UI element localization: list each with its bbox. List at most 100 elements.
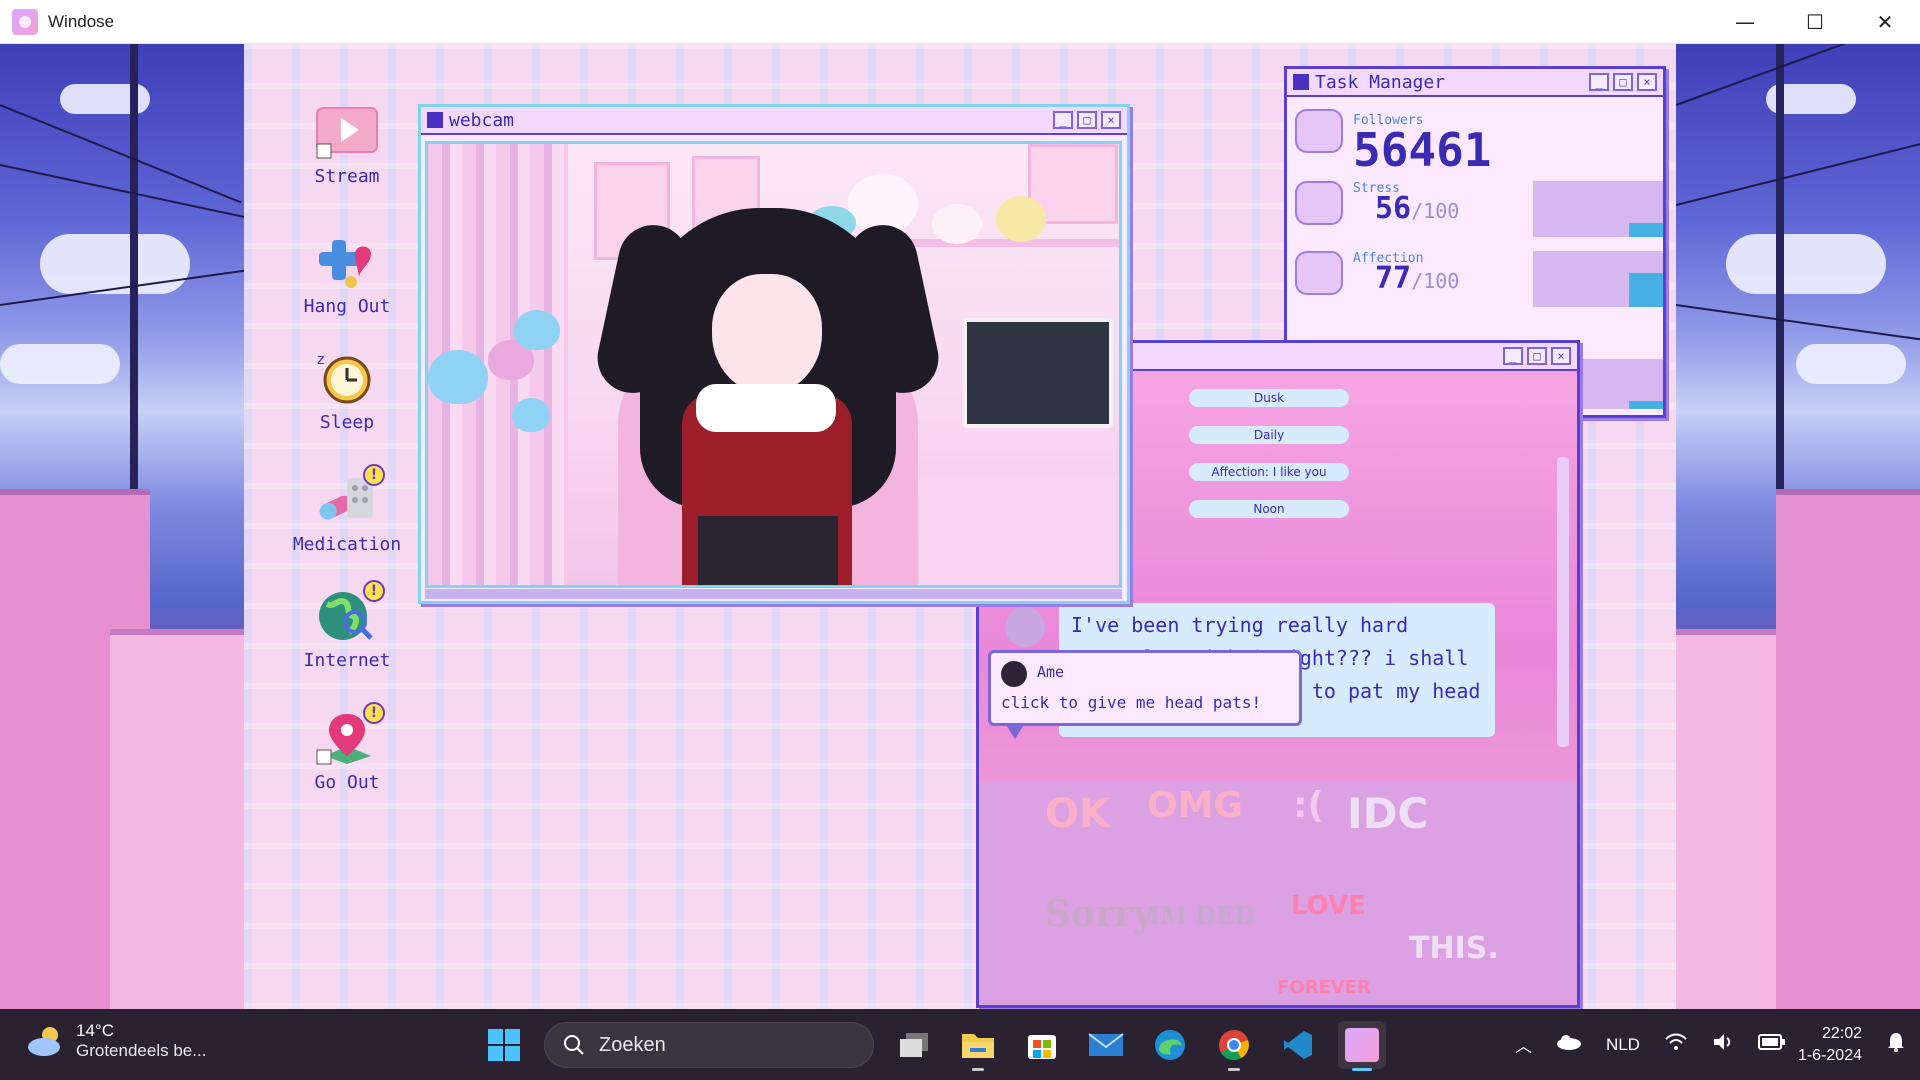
close-button[interactable]: × <box>1551 347 1571 365</box>
chrome-button[interactable] <box>1210 1021 1258 1071</box>
search-box[interactable]: Zoeken <box>544 1022 874 1068</box>
chat-scrollbar[interactable] <box>1557 457 1569 747</box>
sticker-idc[interactable]: IDC <box>1347 789 1428 838</box>
desktop-icon-label: Internet <box>303 650 391 671</box>
chevron-up-icon[interactable]: ︿ <box>1515 1032 1532 1057</box>
power-line <box>1676 304 1920 343</box>
weather-temp: 14°C <box>76 1021 114 1040</box>
language-indicator[interactable]: NLD <box>1606 1035 1640 1055</box>
mail-button[interactable] <box>1082 1021 1130 1069</box>
affection-bar-fill <box>1629 273 1663 307</box>
notification-bell-icon[interactable] <box>1886 1031 1906 1058</box>
bubble-text: click to give me head pats! <box>1001 693 1262 712</box>
chrome-icon <box>1219 1030 1249 1060</box>
sticker-forever[interactable]: FOREVER <box>1277 977 1371 998</box>
maximize-button[interactable]: ☐ <box>1780 0 1850 44</box>
power-line <box>0 104 242 204</box>
task-view-icon <box>900 1033 928 1057</box>
desktop-icon-label: Medication <box>292 534 402 555</box>
maximize-button[interactable]: □ <box>1077 111 1097 129</box>
affection-value: 77 <box>1375 261 1412 296</box>
sticker-love[interactable]: LOVE <box>1291 891 1366 921</box>
taskbar: 14°C Grotendeels be... Zoeken ︿ NLD 22:0… <box>0 1009 1920 1080</box>
minimize-button[interactable]: _ <box>1589 73 1609 91</box>
os-titlebar: Windose — ☐ ✕ <box>0 0 1920 44</box>
close-button[interactable]: × <box>1101 111 1121 129</box>
file-explorer-button[interactable] <box>954 1021 1002 1071</box>
close-button[interactable]: ✕ <box>1850 0 1920 44</box>
running-indicator <box>972 1068 984 1071</box>
close-button[interactable]: × <box>1637 73 1657 91</box>
windose-taskbar-button[interactable] <box>1338 1021 1386 1071</box>
wifi-icon[interactable] <box>1664 1032 1688 1057</box>
window-title: webcam <box>449 109 515 131</box>
desktop-icon-medication[interactable]: ! Medication <box>287 464 407 555</box>
onedrive-cloud-icon[interactable] <box>1556 1034 1582 1055</box>
clock-time: 22:02 <box>1821 1024 1862 1042</box>
affection-max: /100 <box>1411 269 1460 293</box>
minimize-button[interactable]: — <box>1710 0 1780 44</box>
clock[interactable]: 22:02 1-6-2024 <box>1798 1023 1862 1067</box>
running-indicator <box>1228 1068 1240 1071</box>
sticker-omg[interactable]: OMG <box>1147 785 1243 826</box>
map-pin-icon: ! <box>315 702 385 766</box>
desktop-icon-internet[interactable]: ! Internet <box>287 580 407 671</box>
weather-widget[interactable]: 14°C Grotendeels be... <box>26 1021 206 1061</box>
character-face[interactable] <box>712 274 822 394</box>
avatar <box>1001 661 1027 687</box>
minimize-button[interactable]: _ <box>1503 347 1523 365</box>
vscode-button[interactable] <box>1274 1021 1322 1069</box>
sticker-panel: OK OMG :( IDC Sorry IM DED LOVE FOREVER … <box>979 781 1577 1005</box>
task-manager-titlebar[interactable]: Task Manager _ □ × <box>1287 69 1663 97</box>
stream-icon <box>315 104 379 160</box>
desktop-icon-label: Sleep <box>319 412 375 433</box>
chat-tag: Daily <box>1189 426 1349 444</box>
maximize-button[interactable]: □ <box>1527 347 1547 365</box>
notification-badge-icon: ! <box>363 464 385 486</box>
desktop-icon-sleep[interactable]: z Sleep <box>287 350 407 433</box>
search-placeholder: Zoeken <box>599 1033 666 1056</box>
plush-toy <box>996 196 1046 242</box>
chat-tag: Dusk <box>1189 389 1349 407</box>
windows-logo-icon <box>488 1029 520 1061</box>
minimize-button[interactable]: _ <box>1053 111 1073 129</box>
cloud <box>0 344 120 384</box>
right-scenery <box>1676 44 1920 1009</box>
volume-icon[interactable] <box>1712 1032 1734 1057</box>
webcam-titlebar[interactable]: webcam _ □ × <box>421 107 1127 135</box>
app-icon <box>12 8 38 35</box>
store-button[interactable] <box>1018 1021 1066 1069</box>
edge-button[interactable] <box>1146 1021 1194 1069</box>
followers-icon <box>1295 109 1343 153</box>
window-title: Windose <box>48 11 115 31</box>
desktop-icon-go-out[interactable]: ! Go Out <box>287 702 407 793</box>
sticker-sad[interactable]: :( <box>1293 785 1324 826</box>
sticker-ok[interactable]: OK <box>1045 791 1110 837</box>
desktop-icon-stream[interactable]: Stream <box>287 104 407 187</box>
heart-balloon <box>512 398 550 432</box>
speech-bubble[interactable]: Ame click to give me head pats! <box>988 650 1302 739</box>
start-button[interactable] <box>480 1021 528 1069</box>
sticker-sorry[interactable]: Sorry <box>1045 893 1154 935</box>
game-desktop: Stream Hang Out z Sleep ! Medication ! I… <box>244 44 1676 1009</box>
sticker-im-ded[interactable]: IM DED <box>1149 901 1255 930</box>
avatar <box>1005 607 1045 647</box>
window-controls: — ☐ ✕ <box>1710 0 1920 44</box>
search-icon <box>564 1035 584 1055</box>
chat-tag: Affection: I like you <box>1189 463 1349 481</box>
computer-monitor <box>963 318 1113 428</box>
hangout-icon <box>315 234 379 290</box>
desktop-icon-hangout[interactable]: Hang Out <box>287 234 407 317</box>
left-scenery <box>0 44 244 1009</box>
battery-icon[interactable] <box>1757 1033 1786 1056</box>
heart-balloon <box>428 350 488 404</box>
webcam-statusbar <box>425 589 1122 599</box>
webcam-window[interactable]: webcam _ □ × <box>418 104 1130 604</box>
notification-badge-icon: ! <box>363 702 385 724</box>
sticker-this[interactable]: THIS. <box>1409 931 1499 966</box>
stress-max: /100 <box>1411 199 1460 223</box>
task-view-button[interactable] <box>890 1021 938 1069</box>
maximize-button[interactable]: □ <box>1613 73 1633 91</box>
webcam-view[interactable] <box>425 141 1122 588</box>
speaker-name: Ame <box>1037 663 1065 681</box>
